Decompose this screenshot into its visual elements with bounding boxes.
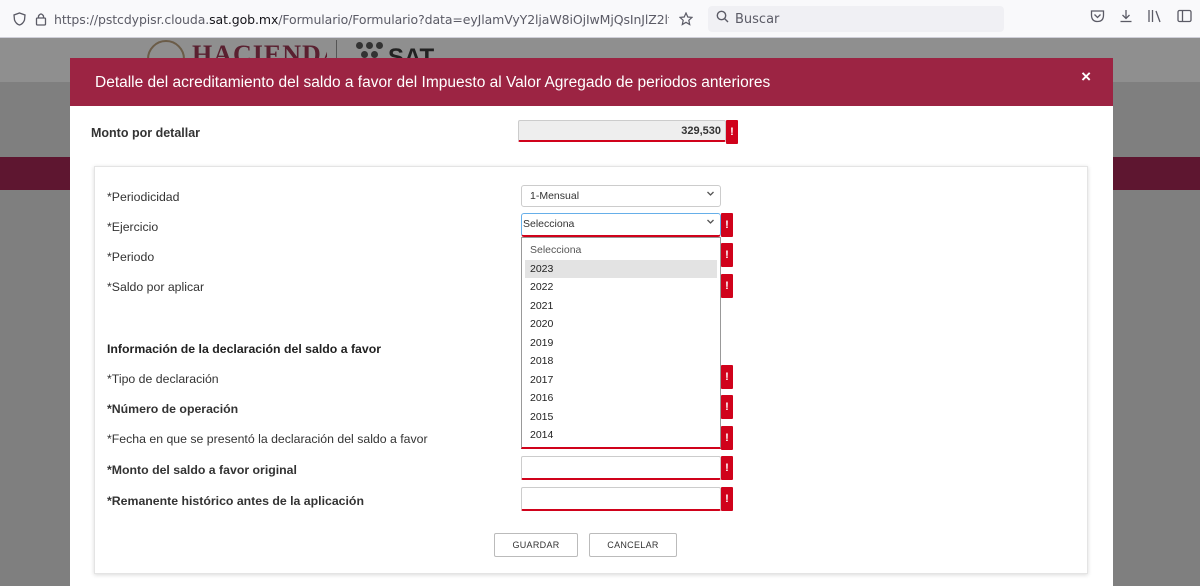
periodicidad-select[interactable]: 1-Mensual (521, 185, 721, 207)
dropdown-option[interactable]: 2018 (522, 352, 720, 371)
toolbar-actions (1090, 9, 1192, 26)
sidebar-icon[interactable] (1177, 9, 1192, 26)
dropdown-option[interactable]: 2022 (522, 278, 720, 297)
tipo-label: *Tipo de declaración (107, 372, 219, 386)
dropdown-option[interactable]: 2017 (522, 371, 720, 390)
remanente-label: *Remanente histórico antes de la aplicac… (107, 494, 364, 508)
cancelar-button[interactable]: CANCELAR (589, 533, 677, 557)
periodicidad-value: 1-Mensual (530, 190, 580, 202)
address-bar[interactable]: https://pstcdypisr.clouda.sat.gob.mx/For… (0, 5, 700, 33)
library-icon[interactable] (1147, 9, 1163, 26)
lock-icon[interactable] (32, 10, 50, 28)
error-icon: ! (721, 426, 733, 450)
monto-original-input[interactable] (521, 456, 721, 480)
pocket-icon[interactable] (1090, 9, 1105, 26)
error-icon: ! (721, 213, 733, 237)
dropdown-option[interactable]: 2023 (525, 259, 717, 278)
fecha-label: *Fecha en que se presentó la declaración… (107, 432, 428, 446)
download-icon[interactable] (1119, 9, 1133, 26)
dropdown-option[interactable]: Selecciona (522, 241, 720, 260)
modal-header: Detalle del acreditamiento del saldo a f… (70, 58, 1113, 106)
section-title: Información de la declaración del saldo … (107, 342, 382, 356)
error-icon: ! (721, 395, 733, 419)
dropdown-option[interactable]: 2019 (522, 334, 720, 353)
search-box[interactable]: Buscar (708, 6, 1004, 32)
monto-original-label: *Monto del saldo a favor original (107, 463, 297, 477)
ejercicio-value: Selecciona (523, 218, 575, 230)
remanente-input[interactable] (521, 487, 721, 511)
dropdown-option[interactable]: 2016 (522, 389, 720, 408)
shield-icon[interactable] (10, 10, 28, 28)
dropdown-option[interactable]: 2020 (522, 315, 720, 334)
error-icon: ! (721, 243, 733, 267)
error-icon: ! (721, 365, 733, 389)
dropdown-option[interactable]: 2015 (522, 408, 720, 427)
error-icon: ! (721, 487, 733, 511)
chevron-down-icon (706, 217, 715, 229)
modal-title: Detalle del acreditamiento del saldo a f… (95, 74, 771, 91)
monto-field: 329,530 (518, 120, 726, 142)
dropdown-option[interactable]: 2021 (522, 297, 720, 316)
dropdown-option[interactable]: 2014 (522, 426, 720, 445)
ejercicio-select[interactable]: Selecciona (521, 213, 721, 237)
periodo-label: *Periodo (107, 250, 155, 264)
search-input[interactable]: Buscar (735, 12, 779, 27)
saldo-label: *Saldo por aplicar (107, 280, 205, 294)
chevron-down-icon (706, 189, 715, 201)
modal-dialog: Detalle del acreditamiento del saldo a f… (70, 58, 1113, 586)
error-icon: ! (721, 456, 733, 480)
browser-toolbar: https://pstcdypisr.clouda.sat.gob.mx/For… (0, 0, 1200, 38)
ejercicio-label: *Ejercicio (107, 220, 159, 234)
guardar-button[interactable]: GUARDAR (494, 533, 578, 557)
search-icon (716, 10, 729, 28)
form-panel: *Periodicidad 1-Mensual *Ejercicio Selec… (94, 166, 1088, 574)
periodicidad-label: *Periodicidad (107, 190, 180, 204)
star-icon[interactable] (677, 10, 695, 28)
monto-label: Monto por detallar (91, 126, 201, 140)
error-icon: ! (721, 274, 733, 298)
ejercicio-dropdown[interactable]: Selecciona 2023 2022 2021 2020 2019 2018… (521, 237, 721, 449)
close-icon[interactable]: × (1081, 67, 1091, 87)
numero-label: *Número de operación (107, 402, 239, 416)
error-icon: ! (726, 120, 738, 144)
url-text[interactable]: https://pstcdypisr.clouda.sat.gob.mx/For… (54, 12, 669, 27)
